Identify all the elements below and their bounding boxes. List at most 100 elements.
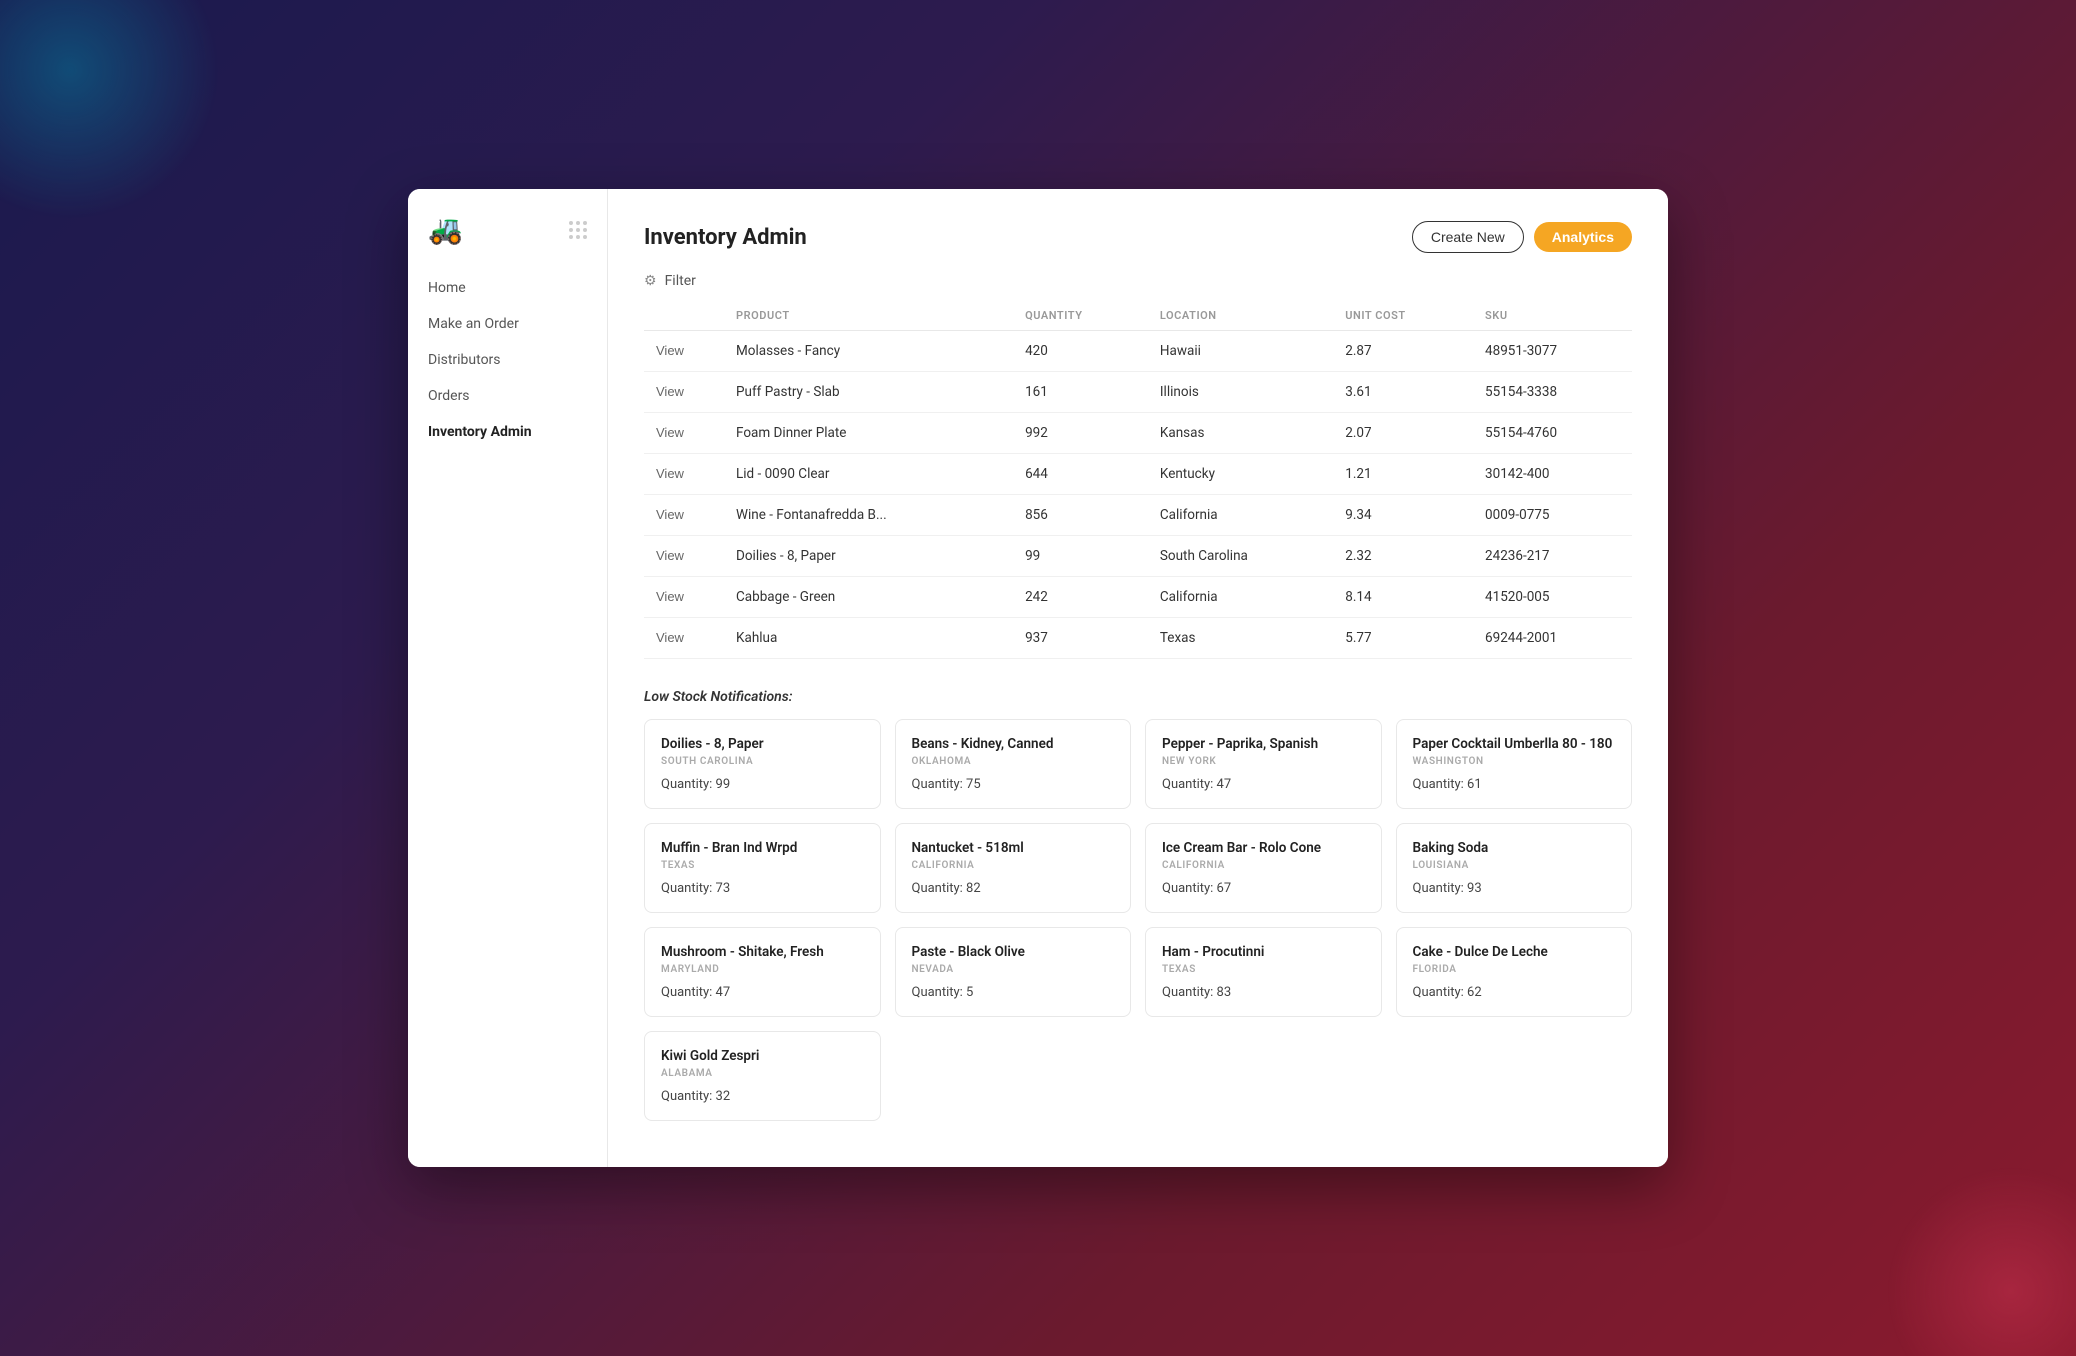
view-button[interactable]: View [656,425,684,440]
view-button[interactable]: View [656,507,684,522]
stock-card-location: TEXAS [1162,964,1365,975]
view-button[interactable]: View [656,589,684,604]
sidebar-item-make-an-order[interactable]: Make an Order [408,306,607,342]
stock-card[interactable]: Paper Cocktail Umberlla 80 - 180 WASHING… [1396,719,1633,809]
unit-cost-value: 9.34 [1333,495,1473,536]
stock-card[interactable]: Nantucket - 518ml CALIFORNIA Quantity: 8… [895,823,1132,913]
stock-card[interactable]: Cake - Dulce De Leche FLORIDA Quantity: … [1396,927,1633,1017]
view-button[interactable]: View [644,331,724,372]
table-header: PRODUCTQUANTITYLOCATIONUNIT COSTSKU [644,301,1632,331]
sidebar-item-inventory-admin[interactable]: Inventory Admin [408,414,607,450]
stock-card-name: Kiwi Gold Zespri [661,1048,864,1064]
view-button[interactable]: View [644,372,724,413]
table-row: ViewPuff Pastry - Slab161Illinois3.61551… [644,372,1632,413]
stock-card[interactable]: Paste - Black Olive NEVADA Quantity: 5 [895,927,1132,1017]
quantity-value: 161 [1013,372,1148,413]
view-button[interactable]: View [644,536,724,577]
stock-card[interactable]: Muffin - Bran Ind Wrpd TEXAS Quantity: 7… [644,823,881,913]
stock-card-name: Baking Soda [1413,840,1616,856]
view-button[interactable]: View [644,495,724,536]
table-row: View Wine - Fontanafredda B...856Californ… [644,495,1632,536]
stock-card-quantity: Quantity: 73 [661,881,864,896]
stock-card-quantity: Quantity: 67 [1162,881,1365,896]
analytics-button[interactable]: Analytics [1534,222,1632,252]
unit-cost-value: 2.07 [1333,413,1473,454]
stock-card-location: ALABAMA [661,1068,864,1079]
app-logo: 🚜 [428,213,463,246]
cards-row: Doilies - 8, Paper SOUTH CAROLINA Quanti… [644,719,1632,809]
main-content: Inventory Admin Create New Analytics ⚙ F… [608,189,1668,1167]
table-row: ViewKahlua937Texas5.7769244-2001 [644,618,1632,659]
create-new-button[interactable]: Create New [1412,221,1524,253]
sku-value: 30142-400 [1473,454,1632,495]
sidebar-item-orders[interactable]: Orders [408,378,607,414]
stock-card-quantity: Quantity: 62 [1413,985,1616,1000]
stock-card[interactable]: Mushroom - Shitake, Fresh MARYLAND Quant… [644,927,881,1017]
view-button[interactable]: View [656,548,684,563]
stock-card-location: FLORIDA [1413,964,1616,975]
view-button[interactable]: View [644,413,724,454]
quantity-value: 856 [1013,495,1148,536]
stock-card[interactable]: Kiwi Gold Zespri ALABAMA Quantity: 32 [644,1031,881,1121]
view-button[interactable]: View [644,618,724,659]
stock-card-location: LOUISIANA [1413,860,1616,871]
sku-value: 55154-4760 [1473,413,1632,454]
stock-card[interactable]: Baking Soda LOUISIANA Quantity: 93 [1396,823,1633,913]
dots-menu-icon[interactable] [569,221,587,239]
sku-value: 48951-3077 [1473,331,1632,372]
sku-value: 24236-217 [1473,536,1632,577]
stock-card-location: MARYLAND [661,964,864,975]
view-button[interactable]: View [656,343,684,358]
filter-label[interactable]: Filter [665,273,696,289]
sku-value: 41520-005 [1473,577,1632,618]
stock-card-location: OKLAHOMA [912,756,1115,767]
low-stock-grid: Doilies - 8, Paper SOUTH CAROLINA Quanti… [644,719,1632,1121]
product-name: Molasses - Fancy [724,331,1013,372]
location-value: South Carolina [1148,536,1333,577]
quantity-value: 420 [1013,331,1148,372]
view-button[interactable]: View [644,454,724,495]
unit-cost-value: 1.21 [1333,454,1473,495]
stock-card-location: CALIFORNIA [1162,860,1365,871]
page-header: Inventory Admin Create New Analytics [644,221,1632,253]
sku-value: 69244-2001 [1473,618,1632,659]
quantity-value: 99 [1013,536,1148,577]
sidebar-item-home[interactable]: Home [408,270,607,306]
location-value: Kentucky [1148,454,1333,495]
stock-card[interactable]: Doilies - 8, Paper SOUTH CAROLINA Quanti… [644,719,881,809]
unit-cost-value: 2.32 [1333,536,1473,577]
product-name: Wine - Fontanafredda B... [724,495,1013,536]
view-button[interactable]: View [656,384,684,399]
view-button[interactable]: View [656,630,684,645]
table-row: View Foam Dinner Plate992Kansas2.0755154-… [644,413,1632,454]
table-row: ViewLid - 0090 Clear644Kentucky1.2130142… [644,454,1632,495]
stock-card-name: Mushroom - Shitake, Fresh [661,944,864,960]
col-header-unit-cost: UNIT COST [1333,301,1473,331]
stock-card-name: Cake - Dulce De Leche [1413,944,1616,960]
stock-card-location: NEVADA [912,964,1115,975]
location-value: Kansas [1148,413,1333,454]
stock-card-quantity: Quantity: 82 [912,881,1115,896]
product-name: Cabbage - Green [724,577,1013,618]
unit-cost-value: 8.14 [1333,577,1473,618]
stock-card[interactable]: Beans - Kidney, Canned OKLAHOMA Quantity… [895,719,1132,809]
view-button[interactable]: View [656,466,684,481]
sidebar: 🚜 HomeMake an OrderDistributorsOrdersInv… [408,189,608,1167]
product-name: Kahlua [724,618,1013,659]
stock-card-quantity: Quantity: 93 [1413,881,1616,896]
sku-value: 0009-0775 [1473,495,1632,536]
stock-card[interactable]: Ham - Procutinni TEXAS Quantity: 83 [1145,927,1382,1017]
col-header-sku: SKU [1473,301,1632,331]
quantity-value: 992 [1013,413,1148,454]
sidebar-item-distributors[interactable]: Distributors [408,342,607,378]
location-value: California [1148,495,1333,536]
stock-card-quantity: Quantity: 83 [1162,985,1365,1000]
stock-card[interactable]: Ice Cream Bar - Rolo Cone CALIFORNIA Qua… [1145,823,1382,913]
view-button[interactable]: View [644,577,724,618]
product-name: Foam Dinner Plate [724,413,1013,454]
unit-cost-value: 3.61 [1333,372,1473,413]
stock-card[interactable]: Pepper - Paprika, Spanish NEW YORK Quant… [1145,719,1382,809]
unit-cost-value: 2.87 [1333,331,1473,372]
location-value: Texas [1148,618,1333,659]
location-value: California [1148,577,1333,618]
